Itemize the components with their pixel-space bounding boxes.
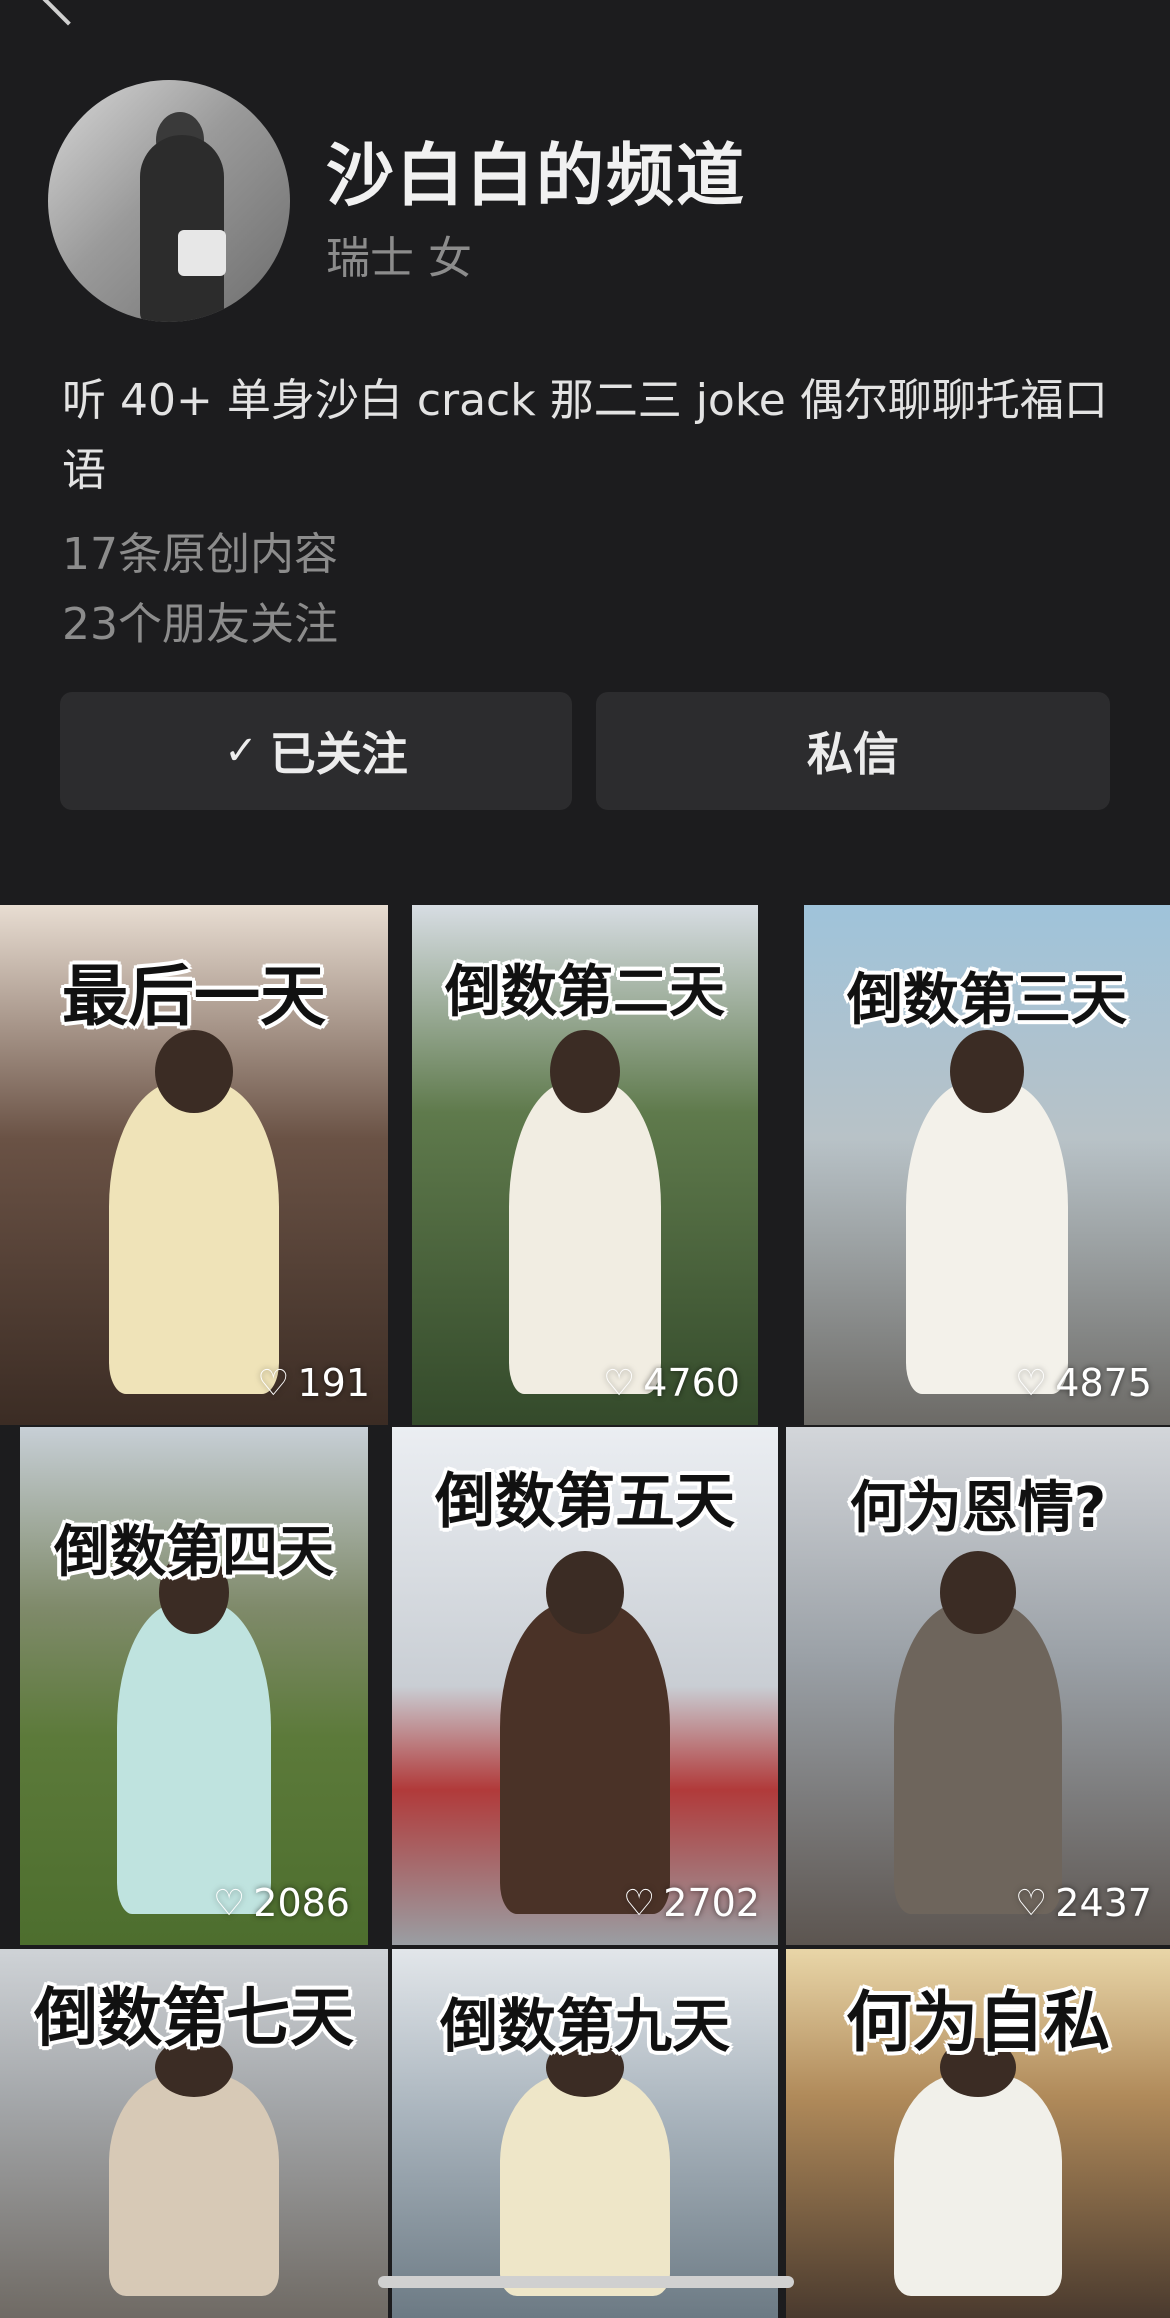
thumbnail-person — [117, 1603, 271, 1914]
back-chevron-icon[interactable] — [42, 0, 94, 26]
video-caption: 倒数第七天 — [34, 1982, 354, 2056]
video-tile[interactable]: 何为自私 — [786, 1949, 1170, 2318]
profile-meta: 瑞士 女 — [326, 233, 472, 284]
message-button-label: 私信 — [807, 727, 899, 781]
heart-icon: ♡ — [213, 1882, 246, 1924]
video-likes: ♡ 2086 — [213, 1881, 350, 1925]
video-tile[interactable]: 倒数第四天 ♡ 2086 — [20, 1427, 368, 1945]
avatar[interactable] — [48, 80, 290, 322]
profile-bio: 听 40+ 单身沙白 crack 那二三 joke 偶尔聊聊托福口语 — [62, 375, 1108, 496]
thumbnail-face — [950, 1029, 1024, 1113]
video-tile[interactable]: 倒数第七天 — [0, 1949, 388, 2318]
thumbnail-face — [155, 1029, 233, 1113]
home-indicator[interactable] — [378, 2276, 794, 2288]
avatar-figure — [140, 135, 224, 322]
avatar-bag — [178, 230, 226, 276]
thumbnail-person — [508, 1081, 662, 1394]
thumbnail-person — [893, 1603, 1063, 1914]
thumbnail-face — [939, 1551, 1017, 1635]
thumbnail-person — [500, 2074, 670, 2296]
heart-icon: ♡ — [1015, 1362, 1048, 1404]
video-grid: 最后一天 ♡ 191 倒数第二天 ♡ 4760 倒数第三天 ♡ 4875 倒数第四天 … — [0, 905, 1170, 2318]
video-likes: ♡ 2702 — [623, 1881, 760, 1925]
like-count: 2702 — [663, 1881, 760, 1925]
video-likes: ♡ 4760 — [603, 1361, 740, 1405]
video-tile[interactable]: 何为恩情? ♡ 2437 — [786, 1427, 1170, 1945]
video-caption: 何为自私 — [846, 1984, 1110, 2061]
friends-following-count: 23个朋友关注 — [62, 599, 338, 650]
thumbnail-face — [546, 1551, 624, 1635]
video-tile[interactable]: 倒数第九天 — [392, 1949, 778, 2318]
video-tile[interactable]: 最后一天 ♡ 191 — [0, 905, 388, 1425]
video-tile[interactable]: 倒数第五天 ♡ 2702 — [392, 1427, 778, 1945]
thumbnail-person — [893, 2074, 1063, 2296]
video-caption: 倒数第四天 — [54, 1520, 334, 1585]
video-caption: 倒数第二天 — [445, 960, 725, 1025]
video-tile[interactable]: 倒数第二天 ♡ 4760 — [412, 905, 758, 1425]
video-caption: 倒数第五天 — [435, 1467, 735, 1537]
thumbnail-person — [108, 2074, 280, 2296]
video-caption: 倒数第九天 — [439, 1992, 730, 2060]
video-caption: 最后一天 — [62, 958, 326, 1035]
thumbnail-person — [500, 1603, 670, 1914]
video-likes: ♡ 4875 — [1015, 1361, 1152, 1405]
video-tile[interactable]: 倒数第三天 ♡ 4875 — [804, 905, 1170, 1425]
heart-icon: ♡ — [257, 1362, 290, 1404]
heart-icon: ♡ — [623, 1882, 656, 1924]
followed-button-label: 已关注 — [269, 727, 408, 781]
followed-button[interactable]: ✓ 已关注 — [60, 692, 572, 810]
like-count: 4875 — [1055, 1361, 1152, 1405]
thumbnail-person — [108, 1081, 280, 1394]
thumbnail-person — [906, 1081, 1068, 1394]
message-button[interactable]: 私信 — [596, 692, 1110, 810]
like-count: 2437 — [1055, 1881, 1152, 1925]
video-likes: ♡ 2437 — [1015, 1881, 1152, 1925]
heart-icon: ♡ — [603, 1362, 636, 1404]
video-caption: 何为恩情? — [849, 1476, 1107, 1541]
like-count: 2086 — [253, 1881, 350, 1925]
video-caption: 倒数第三天 — [847, 968, 1127, 1033]
like-count: 4760 — [643, 1361, 740, 1405]
video-likes: ♡ 191 — [257, 1361, 370, 1405]
check-icon: ✓ — [224, 728, 258, 774]
thumbnail-face — [550, 1029, 620, 1113]
heart-icon: ♡ — [1015, 1882, 1048, 1924]
channel-name: 沙白白的频道 — [326, 137, 747, 216]
like-count: 191 — [297, 1361, 370, 1405]
original-content-count: 17条原创内容 — [62, 529, 338, 580]
